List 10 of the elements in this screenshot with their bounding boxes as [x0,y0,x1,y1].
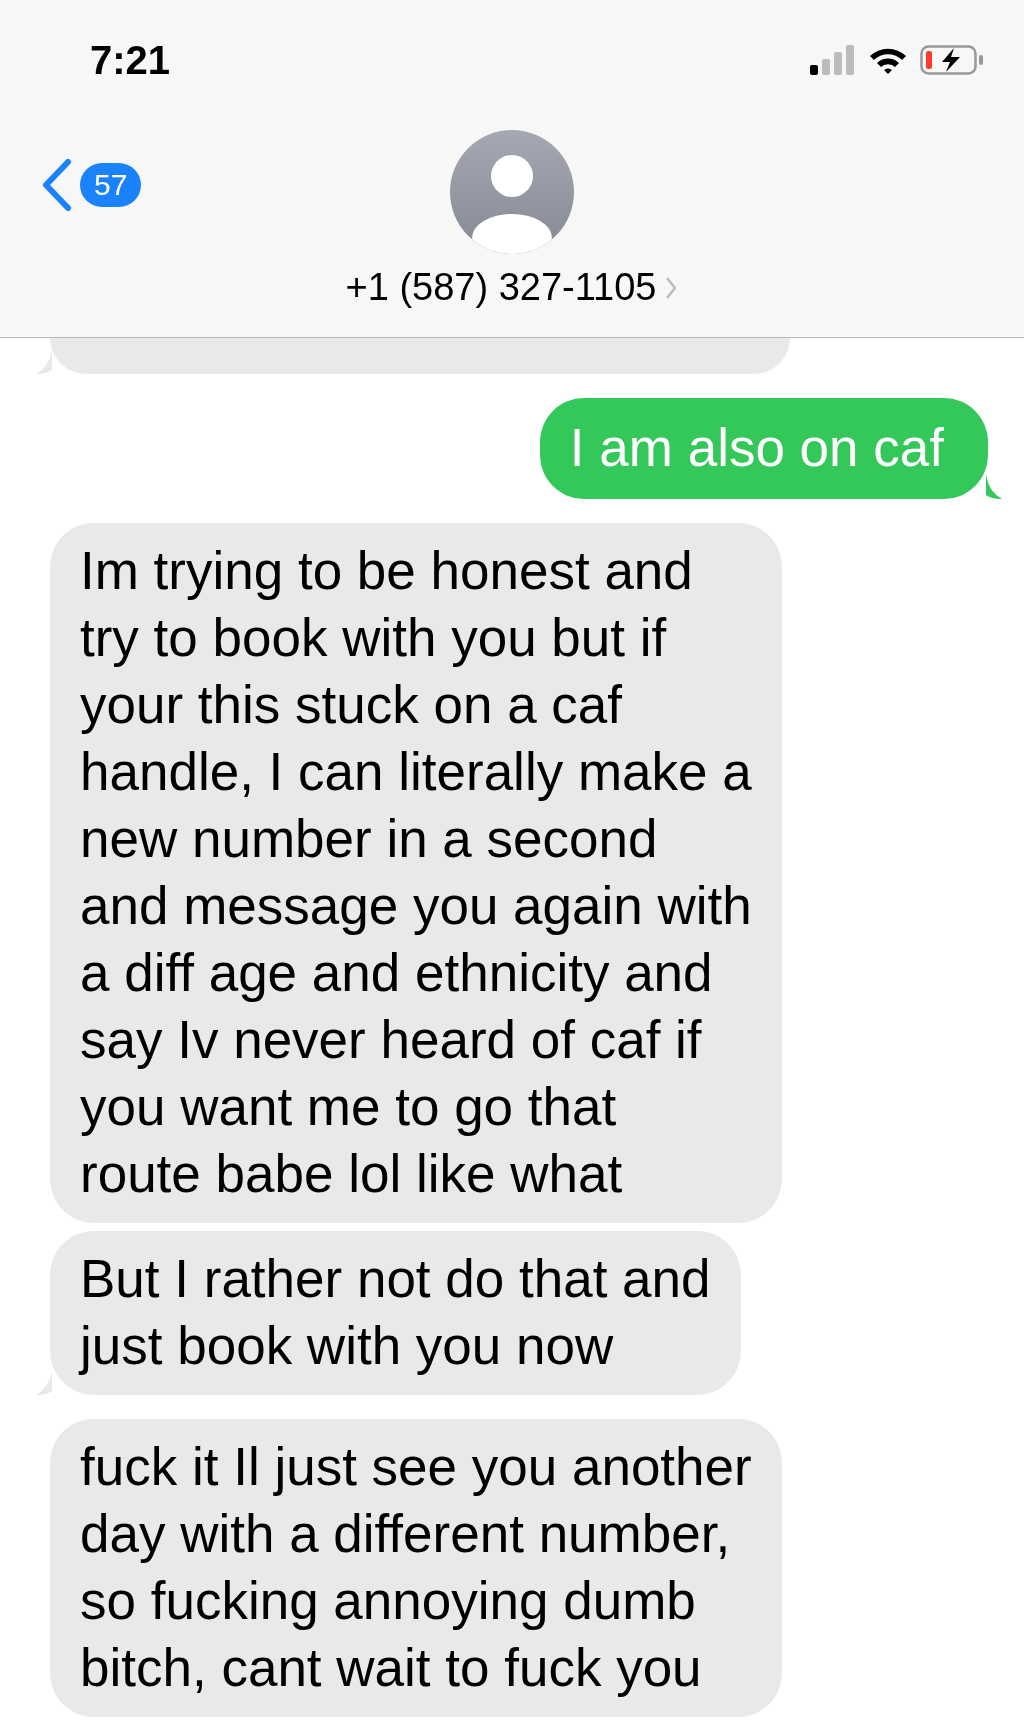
back-button[interactable]: 57 [40,158,142,212]
contact-name[interactable]: +1 (587) 327-1105 [345,266,679,309]
battery-charging-icon [920,44,984,76]
unread-count-badge: 57 [80,163,142,207]
signal-icon [810,45,856,75]
chevron-left-icon [40,158,74,212]
received-message: fuck it Il just see you another day with a different number, so fucking annoying dumb bitch, cant wait to fuck you [50,1419,782,1717]
received-message: Im trying to be honest and try to book with you but if your this stuck on a caf handle, I can literally make a new number in a second and message you again with a diff age and ethnicity and say Iv never heard of caf if you want me to go that route babe lol like what [50,523,782,1223]
avatar-icon[interactable] [450,130,574,254]
status-time: 7:21 [90,37,171,83]
